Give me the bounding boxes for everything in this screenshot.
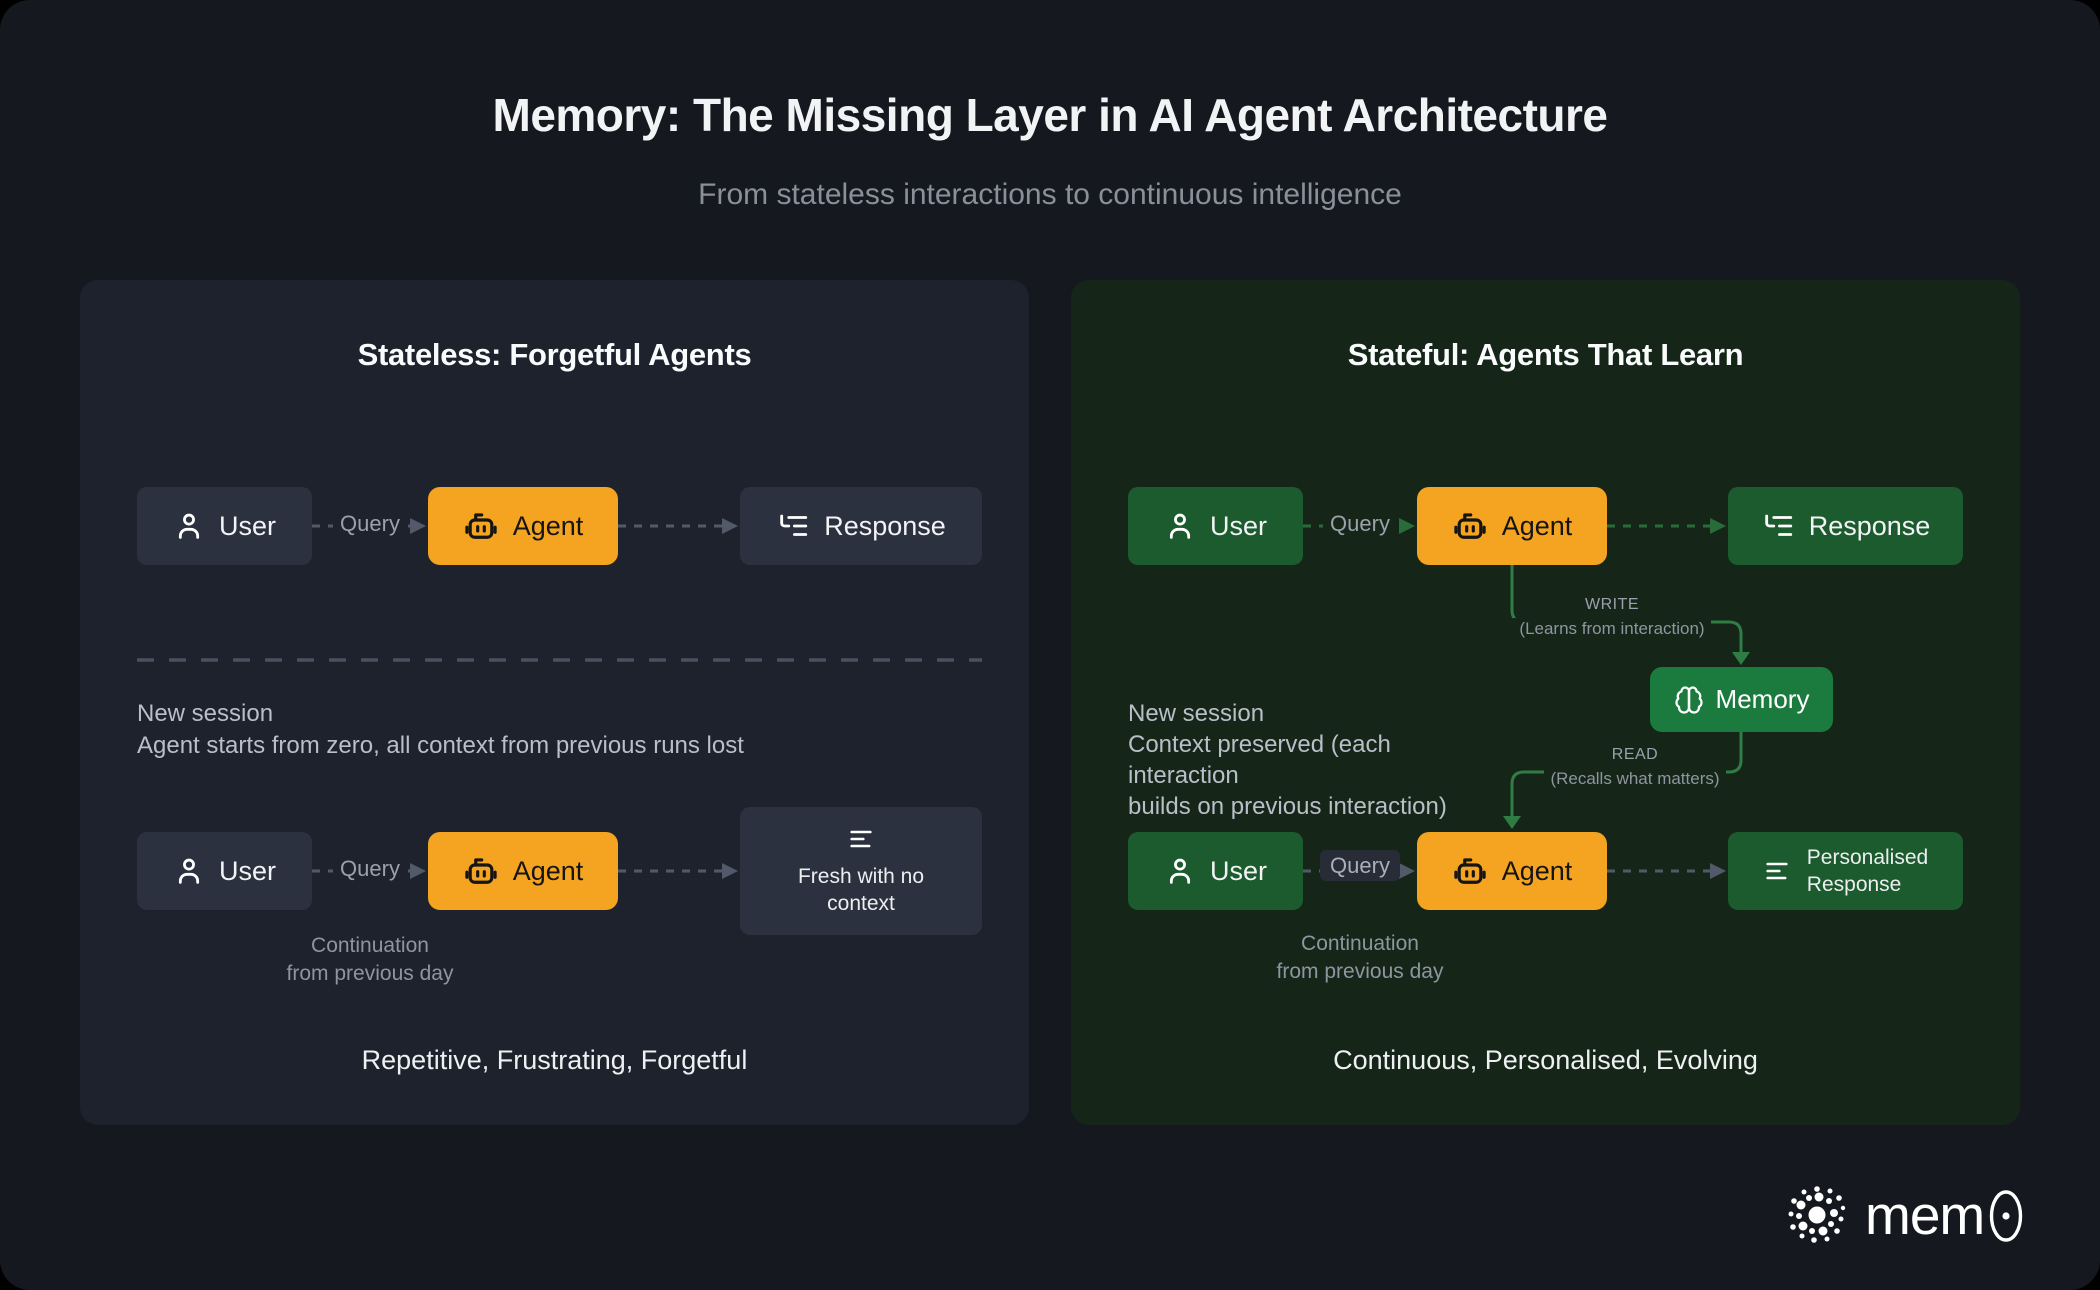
list-tree-icon xyxy=(776,509,810,543)
page-title: Memory: The Missing Layer in AI Agent Ar… xyxy=(0,88,2100,142)
mem0-mark-icon xyxy=(1785,1183,1849,1247)
memory-node-label: Memory xyxy=(1716,684,1810,715)
agent-node-label: Agent xyxy=(513,856,584,887)
brand-logo: mem xyxy=(1785,1183,2025,1247)
response-arrow xyxy=(618,513,740,539)
user-icon xyxy=(173,510,205,542)
agent-node-label: Agent xyxy=(513,511,584,542)
session-note-line1: New session xyxy=(137,698,897,730)
session-note: New session Context preserved (each inte… xyxy=(1128,698,1508,822)
page-subtitle: From stateless interactions to continuou… xyxy=(0,178,2100,212)
session-note-line3: builds on previous interaction) xyxy=(1128,791,1508,822)
personalised-response-text: Personalised Response xyxy=(1807,844,1928,898)
stateless-panel: Stateless: Forgetful Agents User Query A… xyxy=(80,280,1029,1125)
user-node-label: User xyxy=(219,511,276,542)
response-node-label: Response xyxy=(1809,511,1931,542)
read-flow-label: READ (Recalls what matters) xyxy=(1525,744,1745,790)
robot-icon xyxy=(1452,508,1488,544)
infographic-canvas: Memory: The Missing Layer in AI Agent Ar… xyxy=(0,0,2100,1290)
session-note-line1: New session xyxy=(1128,698,1508,729)
user-node-label: User xyxy=(219,856,276,887)
continuation-note: Continuation from previous day xyxy=(1260,930,1460,986)
user-node-label: User xyxy=(1210,856,1267,887)
write-flow-label: WRITE (Learns from interaction) xyxy=(1502,594,1722,640)
session-note-line2: Context preserved (each interaction xyxy=(1128,729,1508,791)
user-node: User xyxy=(137,487,312,565)
result-arrow xyxy=(618,858,740,884)
query-label: Query xyxy=(312,856,428,882)
agent-node-label: Agent xyxy=(1502,511,1573,542)
continuation-note: Continuation from previous day xyxy=(270,932,470,988)
response-node: Response xyxy=(1728,487,1963,565)
fresh-context-text: Fresh with no context xyxy=(798,863,924,917)
zero-glyph-icon xyxy=(1987,1186,2025,1244)
user-icon xyxy=(1164,510,1196,542)
result-arrow xyxy=(1607,858,1728,884)
agent-node: Agent xyxy=(1417,487,1607,565)
stateful-panel: Stateful: Agents That Learn User Query A… xyxy=(1071,280,2020,1125)
response-arrow xyxy=(1607,513,1728,539)
stateless-footer: Repetitive, Frustrating, Forgetful xyxy=(80,1045,1029,1076)
brand-wordmark: mem xyxy=(1865,1183,2025,1247)
response-node-label: Response xyxy=(824,511,946,542)
user-node-label: User xyxy=(1210,511,1267,542)
personalised-response-node: Personalised Response xyxy=(1728,832,1963,910)
list-tree-icon xyxy=(1761,509,1795,543)
response-node: Response xyxy=(740,487,982,565)
session-divider xyxy=(137,653,982,667)
stateful-footer: Continuous, Personalised, Evolving xyxy=(1071,1045,2020,1076)
agent-node: Agent xyxy=(1417,832,1607,910)
memory-node: Memory xyxy=(1650,667,1833,732)
robot-icon xyxy=(463,853,499,889)
stateless-panel-title: Stateless: Forgetful Agents xyxy=(80,337,1029,373)
session-note-line2: Agent starts from zero, all context from… xyxy=(137,730,897,762)
text-lines-icon xyxy=(1763,857,1791,885)
stateful-panel-title: Stateful: Agents That Learn xyxy=(1071,337,2020,373)
session-note: New session Agent starts from zero, all … xyxy=(137,698,897,762)
agent-node: Agent xyxy=(428,832,618,910)
brain-icon xyxy=(1674,685,1704,715)
agent-node-label: Agent xyxy=(1502,856,1573,887)
robot-icon xyxy=(1452,853,1488,889)
query-label: Query xyxy=(1303,853,1417,879)
fresh-context-node: Fresh with no context xyxy=(740,807,982,935)
robot-icon xyxy=(463,508,499,544)
user-node: User xyxy=(1128,832,1303,910)
user-node: User xyxy=(1128,487,1303,565)
text-lines-icon xyxy=(847,825,875,853)
agent-node: Agent xyxy=(428,487,618,565)
user-icon xyxy=(1164,855,1196,887)
query-label: Query xyxy=(312,511,428,537)
user-node: User xyxy=(137,832,312,910)
user-icon xyxy=(173,855,205,887)
query-label: Query xyxy=(1303,511,1417,537)
